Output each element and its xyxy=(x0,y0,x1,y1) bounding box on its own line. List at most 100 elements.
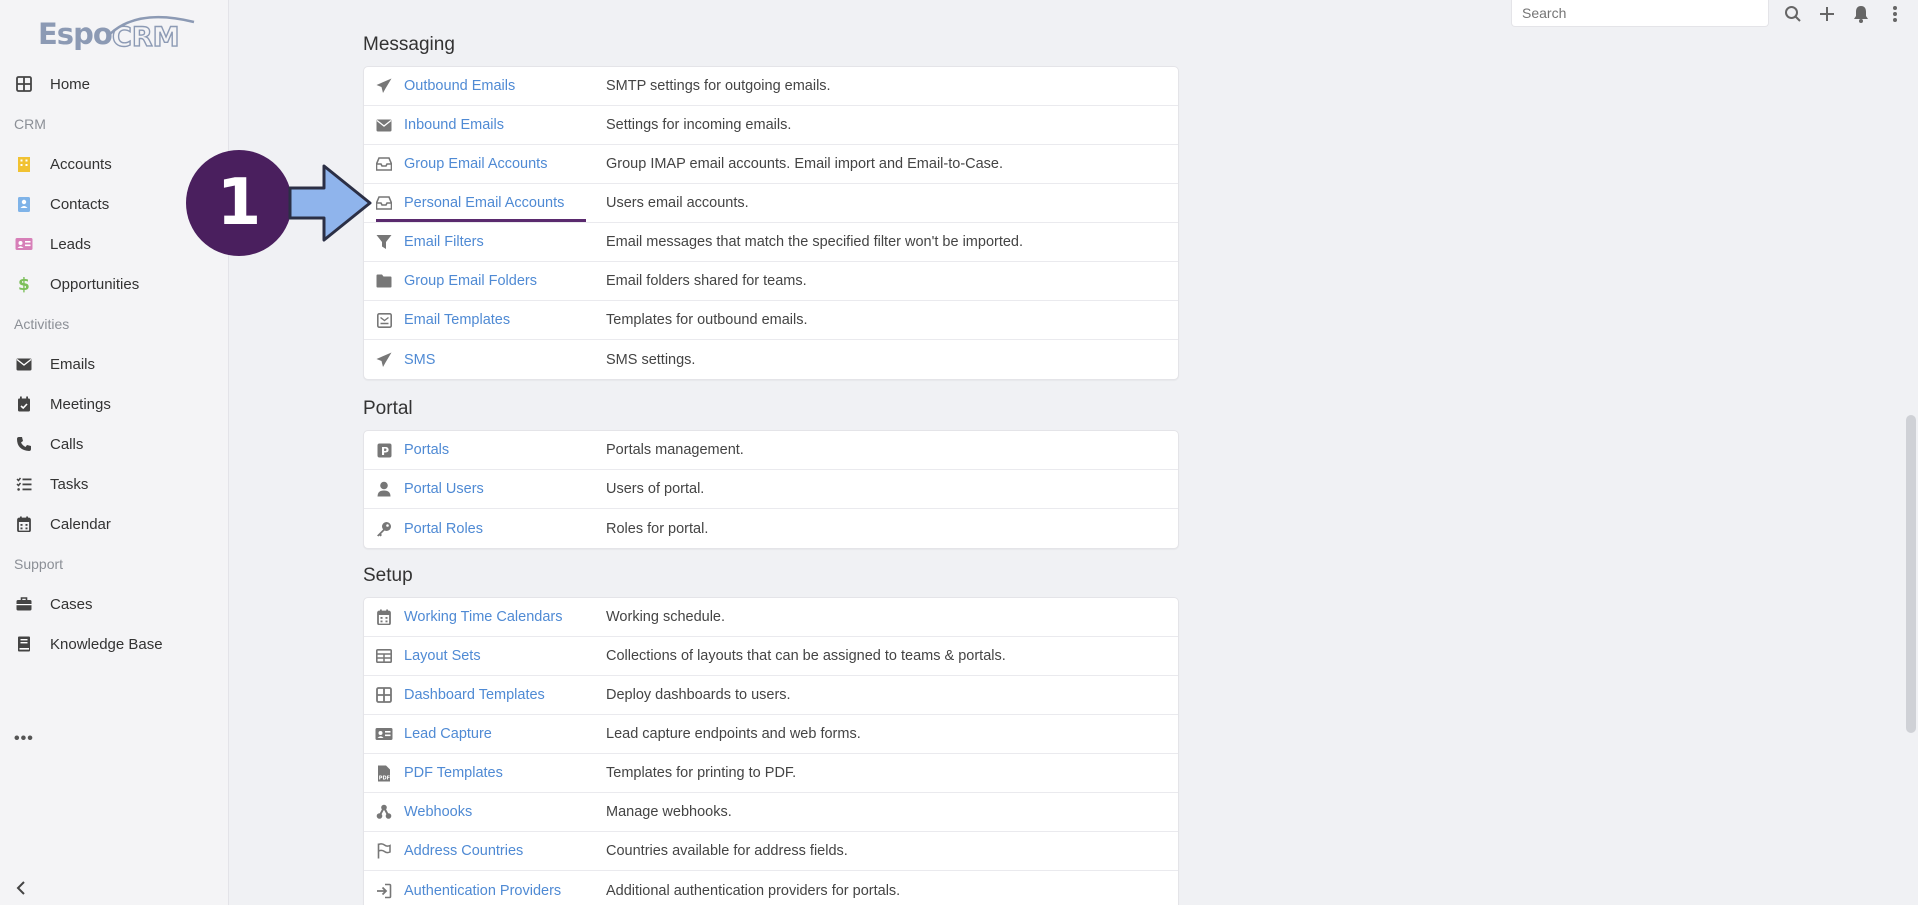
sidebar-item-opportunities[interactable]: $ Opportunities xyxy=(0,264,229,304)
sidebar-item-calendar[interactable]: Calendar xyxy=(0,504,229,544)
link-email-filters[interactable]: Email Filters xyxy=(404,234,606,250)
nav-group-activities: Activities xyxy=(14,316,70,332)
link-group-email-folders[interactable]: Group Email Folders xyxy=(404,273,606,289)
row-description: Templates for printing to PDF. xyxy=(606,765,797,781)
row-description: Lead capture endpoints and web forms. xyxy=(606,726,861,742)
sidebar-item-label: Opportunities xyxy=(50,275,140,293)
row-description: Email folders shared for teams. xyxy=(606,273,807,289)
row-description: Collections of layouts that can be assig… xyxy=(606,648,1006,664)
settings-row: SMS SMS settings. xyxy=(364,340,1178,379)
link-pdf-templates[interactable]: PDF Templates xyxy=(404,765,606,781)
link-address-countries[interactable]: Address Countries xyxy=(404,843,606,859)
link-portal-users[interactable]: Portal Users xyxy=(404,481,606,497)
link-inbound-emails[interactable]: Inbound Emails xyxy=(404,117,606,133)
link-dashboard-templates[interactable]: Dashboard Templates xyxy=(404,687,606,703)
search-icon[interactable] xyxy=(1776,2,1810,26)
step-number: 1 xyxy=(216,166,262,240)
row-description: Templates for outbound emails. xyxy=(606,312,808,328)
scrollbar[interactable] xyxy=(1906,415,1916,733)
row-description: Deploy dashboards to users. xyxy=(606,687,791,703)
link-working-time-calendars[interactable]: Working Time Calendars xyxy=(404,609,606,625)
sign-in-icon xyxy=(374,883,394,899)
section-messaging: Messaging Outbound Emails SMTP settings fo… xyxy=(363,30,1179,380)
sidebar-item-label: Calendar xyxy=(50,515,111,533)
plus-icon[interactable] xyxy=(1810,2,1844,26)
pdf-icon: PDF xyxy=(374,765,394,782)
sidebar-item-tasks[interactable]: Tasks xyxy=(0,464,229,504)
envelope-square-icon xyxy=(374,312,394,328)
svg-text:$: $ xyxy=(18,275,30,293)
row-description: Additional authentication providers for … xyxy=(606,882,901,899)
envelope-icon xyxy=(14,354,34,374)
inbox-icon xyxy=(374,196,394,210)
settings-row: Portal Roles Roles for portal. xyxy=(364,509,1178,548)
settings-row: Portal Users Users of portal. xyxy=(364,470,1178,509)
table-icon xyxy=(374,649,394,663)
calendar-icon xyxy=(14,514,34,534)
dollar-icon: $ xyxy=(14,274,34,294)
settings-row: Webhooks Manage webhooks. xyxy=(364,793,1178,832)
kebab-menu-icon[interactable] xyxy=(1878,2,1912,26)
svg-text:PDF: PDF xyxy=(379,775,390,781)
row-description: Users of portal. xyxy=(606,481,705,497)
link-lead-capture[interactable]: Lead Capture xyxy=(404,726,606,742)
row-description: Countries available for address fields. xyxy=(606,843,848,859)
sidebar-item-label: Cases xyxy=(50,595,93,613)
parking-icon: P xyxy=(374,443,394,458)
link-outbound-emails[interactable]: Outbound Emails xyxy=(404,78,606,94)
sidebar: Espo CRM Home CRM Accounts Contacts Leads $ Op… xyxy=(0,0,229,905)
settings-panel: Working Time Calendars Working schedule. L… xyxy=(363,597,1179,905)
inbox-icon xyxy=(374,157,394,171)
sidebar-item-calls[interactable]: Calls xyxy=(0,424,229,464)
flag-icon xyxy=(374,843,394,859)
book-icon xyxy=(14,634,34,654)
briefcase-icon xyxy=(14,594,34,614)
link-authentication-providers[interactable]: Authentication Providers xyxy=(404,883,606,899)
settings-row: PDF PDF Templates Templates for printing t… xyxy=(364,754,1178,793)
sidebar-item-label: Meetings xyxy=(50,395,111,413)
section-title: Portal xyxy=(363,398,413,419)
link-webhooks[interactable]: Webhooks xyxy=(404,804,606,820)
id-card-icon xyxy=(374,727,394,741)
link-portal-roles[interactable]: Portal Roles xyxy=(404,521,606,537)
settings-row: Address Countries Countries available for… xyxy=(364,832,1178,871)
section-title: Setup xyxy=(363,565,413,586)
section-portal: Portal P Portals Portals management. Portal … xyxy=(363,394,1179,549)
row-description: Email messages that match the specified … xyxy=(606,234,1024,250)
sidebar-item-meetings[interactable]: Meetings xyxy=(0,384,229,424)
link-personal-email-accounts[interactable]: Personal Email Accounts xyxy=(404,195,606,211)
webhook-icon xyxy=(374,804,394,820)
link-portals[interactable]: Portals xyxy=(404,442,606,458)
row-description: Manage webhooks. xyxy=(606,804,732,820)
settings-panel: P Portals Portals management. Portal Users U… xyxy=(363,430,1179,549)
link-group-email-accounts[interactable]: Group Email Accounts xyxy=(404,156,606,172)
sidebar-item-emails[interactable]: Emails xyxy=(0,344,229,384)
settings-row: Working Time Calendars Working schedule. xyxy=(364,598,1178,637)
more-menu-icon[interactable]: ••• xyxy=(14,730,34,748)
tasks-icon xyxy=(14,474,34,494)
grid-icon xyxy=(14,74,34,94)
app-logo[interactable]: Espo CRM xyxy=(38,14,198,54)
calendar-check-icon xyxy=(14,394,34,414)
svg-text:CRM: CRM xyxy=(112,22,179,53)
collapse-sidebar-icon[interactable] xyxy=(14,880,30,896)
sidebar-item-knowledge-base[interactable]: Knowledge Base xyxy=(0,624,229,664)
sidebar-nav: Home CRM Accounts Contacts Leads $ Opportuniti… xyxy=(0,64,229,664)
search-input[interactable] xyxy=(1511,0,1769,27)
row-description: Group IMAP email accounts. Email import … xyxy=(606,156,1004,172)
sidebar-item-cases[interactable]: Cases xyxy=(0,584,229,624)
sidebar-item-home[interactable]: Home xyxy=(0,64,229,104)
link-layout-sets[interactable]: Layout Sets xyxy=(404,648,606,664)
row-description: SMS settings. xyxy=(606,351,696,368)
filter-icon xyxy=(374,234,394,250)
row-description: Working schedule. xyxy=(606,609,726,625)
link-sms[interactable]: SMS xyxy=(404,352,606,368)
envelope-icon xyxy=(374,119,394,132)
link-email-templates[interactable]: Email Templates xyxy=(404,312,606,328)
settings-row: Group Email Accounts Group IMAP email acc… xyxy=(364,145,1178,184)
paper-plane-icon xyxy=(374,78,394,94)
sidebar-item-label: Contacts xyxy=(50,195,110,213)
bell-icon[interactable] xyxy=(1844,2,1878,26)
key-icon xyxy=(374,521,394,537)
top-toolbar xyxy=(1776,2,1912,26)
